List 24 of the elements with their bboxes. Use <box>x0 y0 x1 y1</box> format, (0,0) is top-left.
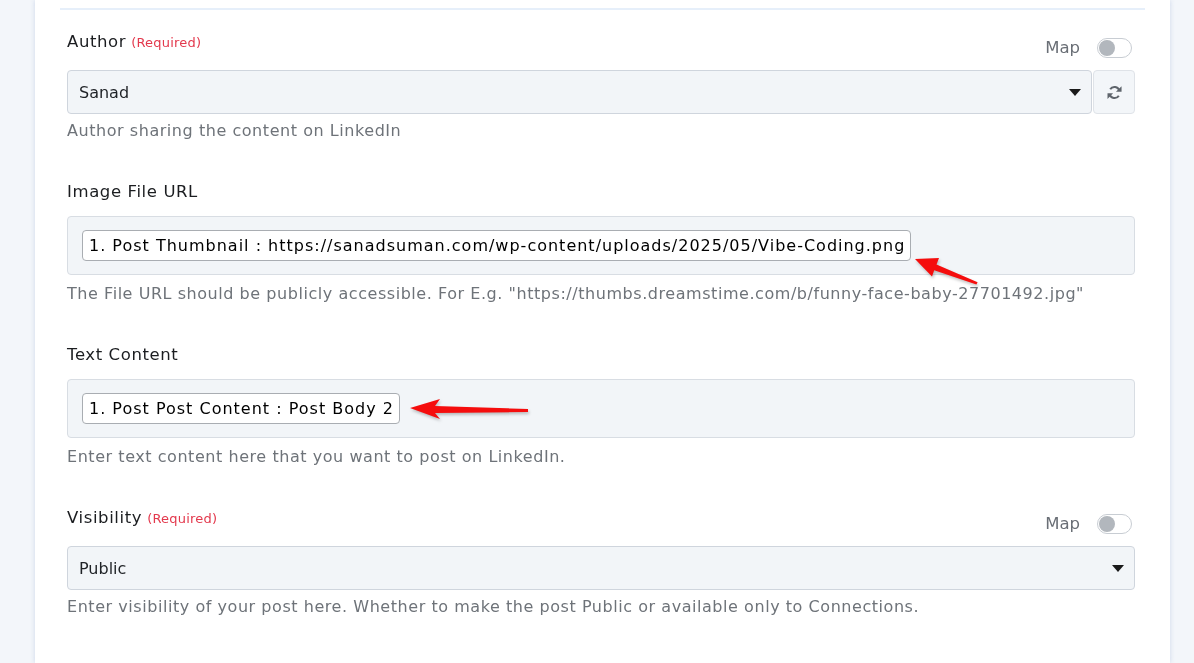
field-label: Author <box>67 31 127 53</box>
required-note: (Required) <box>131 34 202 52</box>
field-label: Text Content <box>67 344 179 366</box>
mapped-value-tag: 1. Post Post Content : Post Body 2 <box>82 393 400 424</box>
map-toggle[interactable] <box>1097 38 1132 58</box>
help-text: Enter visibility of your post here. Whether to make the post Public or available only to Connections. <box>67 596 921 618</box>
annotation-arrow-icon <box>913 255 980 285</box>
dropdown[interactable]: Public <box>67 546 1135 590</box>
caret-icon <box>1069 88 1081 96</box>
toggle-label: Map <box>1045 513 1080 535</box>
refresh-button[interactable] <box>1093 70 1135 114</box>
caret-icon <box>1112 564 1124 572</box>
field-label: Image File URL <box>67 181 198 203</box>
refresh-icon <box>1106 84 1122 100</box>
field-label: Visibility <box>67 507 143 529</box>
mapped-value-tag: 1. Post Thumbnail : https://sanadsuman.com/wp-content/uploads/2025/05/Vibe-Coding.png <box>82 230 912 261</box>
required-note: (Required) <box>147 510 218 528</box>
help-text: The File URL should be publicly accessible. For E.g. "https://thumbs.dreamstime.com/b/funny-face-baby-27701492.jpg" <box>67 283 1085 305</box>
help-text: Author sharing the content on LinkedIn <box>67 120 403 142</box>
map-toggle[interactable] <box>1097 514 1132 534</box>
help-text: Enter text content here that you want to post on LinkedIn. <box>67 446 567 468</box>
toggle-label: Map <box>1045 37 1080 59</box>
token-field[interactable]: 1. Post Post Content : Post Body 2 <box>67 379 1135 438</box>
dropdown[interactable]: Sanad <box>67 70 1092 114</box>
